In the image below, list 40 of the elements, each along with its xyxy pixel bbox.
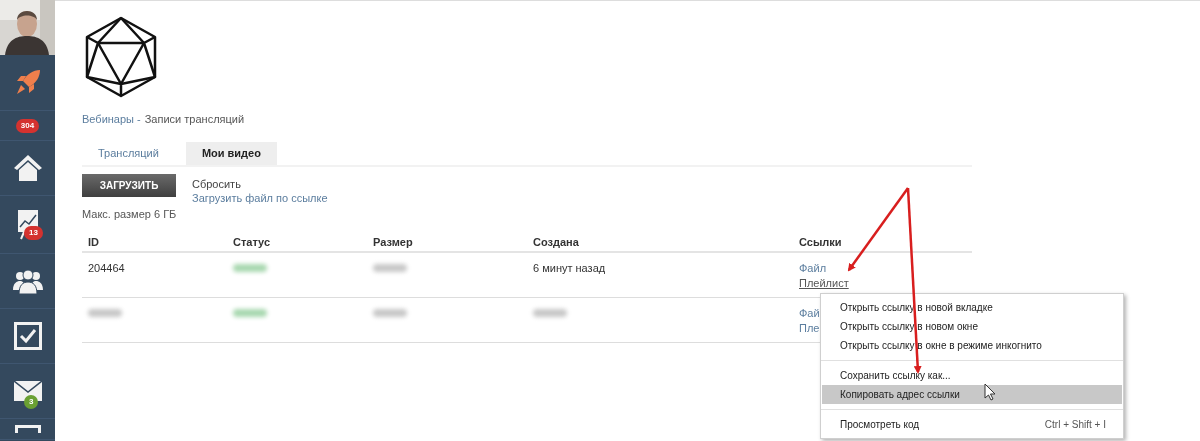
blurred-status (233, 264, 267, 272)
people-icon (12, 268, 43, 294)
breadcrumb-current: Записи трансляций (144, 113, 245, 125)
menu-item[interactable]: Открыть ссылку в окне в режиме инкогнито (822, 336, 1122, 355)
blurred-value (88, 309, 122, 317)
menu-item[interactable]: Сохранить ссылку как... (822, 366, 1122, 385)
monitor-icon (14, 425, 41, 433)
table-cell: 6 минут назад (533, 262, 606, 274)
column-header: Создана (533, 235, 580, 248)
tab[interactable]: Мои видео (185, 142, 277, 165)
column-header: Размер (373, 235, 414, 248)
sidebar-item[interactable]: 13 (0, 196, 55, 254)
cursor-icon (984, 383, 996, 401)
upload-by-link[interactable]: Загрузить файл по ссылке (192, 192, 328, 204)
menu-item[interactable]: Просмотреть код Ctrl + Shift + I (822, 415, 1122, 434)
blurred-value (533, 309, 567, 317)
link[interactable]: Плейлист (799, 276, 849, 290)
column-header: Статус (233, 235, 272, 248)
link[interactable]: Файл (799, 261, 827, 275)
max-size-note: Макс. размер 6 ГБ (82, 208, 178, 220)
breadcrumb-link[interactable]: Вебинары - (82, 113, 141, 125)
blurred-status (233, 309, 267, 317)
link[interactable]: Фай (799, 306, 820, 320)
checkbox-icon (13, 322, 42, 350)
count-badge: 304 (15, 118, 40, 133)
home-icon (12, 154, 43, 182)
table-cell: 204464 (88, 262, 125, 274)
count-badge: 3 (24, 395, 39, 409)
link[interactable]: Пле (799, 321, 820, 335)
tab[interactable]: Трансляций (82, 142, 175, 165)
blurred-value (373, 264, 407, 272)
blurred-value (373, 309, 407, 317)
reset-link[interactable]: Сбросить (192, 178, 328, 190)
mail-icon (13, 381, 42, 401)
upload-button[interactable]: ЗАГРУЗИТЬ (82, 174, 176, 197)
menu-item[interactable]: Копировать адрес ссылки (822, 385, 1122, 404)
column-header: ID (88, 235, 100, 248)
column-header: Ссылки (799, 235, 843, 248)
count-badge: 13 (24, 226, 43, 240)
sidebar-item[interactable]: 304 (0, 111, 55, 141)
